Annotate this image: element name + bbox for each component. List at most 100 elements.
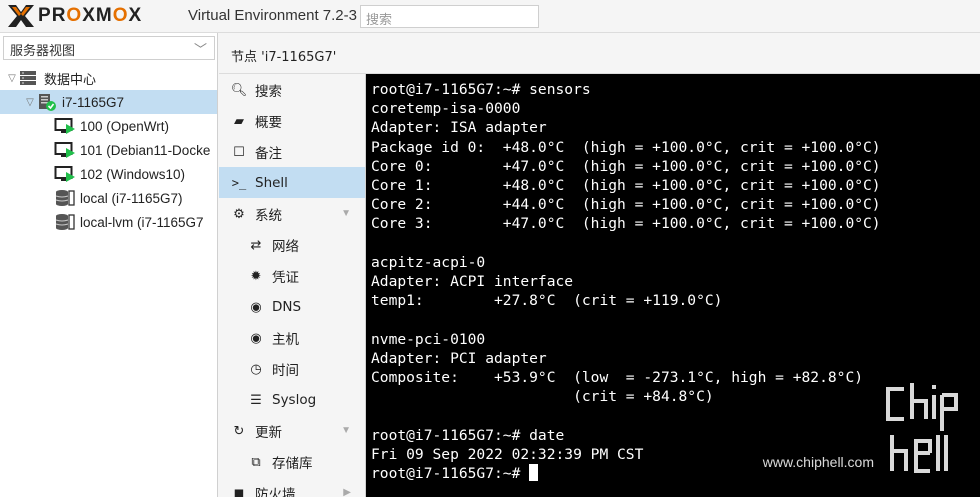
menu-item-globe[interactable]: ◉ 主机 bbox=[219, 322, 365, 353]
terminal-line: Core 1: +48.0°C (high = +100.0°C, crit =… bbox=[371, 177, 881, 195]
menu-item-gears[interactable]: ⚙ 系统 ▼ bbox=[219, 198, 365, 229]
top-bar: PROXMOX Virtual Environment 7.2-3 搜索 bbox=[0, 0, 980, 33]
datacenter-icon bbox=[20, 71, 36, 85]
tree-node[interactable]: local-lvm (i7-1165G7 bbox=[0, 210, 217, 234]
menu-item-label: Shell bbox=[255, 174, 288, 191]
menu-item-label: 防火墙 bbox=[255, 486, 296, 497]
refresh-icon: ↻ bbox=[233, 422, 245, 438]
terminal-line: Package id 0: +48.0°C (high = +100.0°C, … bbox=[371, 138, 881, 156]
terminal-line: Core 0: +47.0°C (high = +100.0°C, crit =… bbox=[371, 157, 881, 175]
terminal-line: Core 3: +47.0°C (high = +100.0°C, crit =… bbox=[371, 215, 881, 233]
node-menu: 🔍︎ 搜索 ▰ 概要 ☐ 备注 >_ Shell ⚙ 系统 ▼ ⇄ 网络 ✹ 凭证 ◉ DNS ◉ 主机 ◷ 时间 ☰ Sy… bbox=[219, 74, 366, 497]
book-icon: ▰ bbox=[234, 112, 244, 128]
globe-icon: ◉ bbox=[250, 329, 262, 345]
chevron-right-icon[interactable]: ▶ bbox=[343, 487, 351, 497]
tree-node-label: local-lvm (i7-1165G7 bbox=[80, 214, 204, 230]
terminal-line: nvme-pci-0100 bbox=[371, 330, 486, 348]
files-icon: ⧉ bbox=[251, 453, 261, 469]
search-input[interactable]: 搜索 bbox=[360, 5, 539, 28]
menu-item-label: DNS bbox=[272, 298, 302, 315]
tree-node[interactable]: 100 (OpenWrt) bbox=[0, 114, 217, 138]
menu-item-label: 概要 bbox=[255, 114, 282, 131]
watermark-url: www.chiphell.com bbox=[762, 454, 874, 470]
menu-item-clock[interactable]: ◷ 时间 bbox=[219, 353, 365, 384]
resource-tree-panel: 服务器视图 ﹀ ▽ 数据中心 ▽ i7-1165G7 100 (OpenWrt) 101 … bbox=[0, 33, 218, 497]
view-selector-value: 服务器视图 bbox=[10, 44, 76, 59]
tree-node[interactable]: local (i7-1165G7) bbox=[0, 186, 217, 210]
menu-item-label: 搜索 bbox=[255, 83, 282, 100]
content-header: 节点 'i7-1165G7' bbox=[219, 34, 980, 74]
expand-toggle-icon[interactable]: ▽ bbox=[6, 73, 18, 84]
tree-node[interactable]: 101 (Debian11-Docke bbox=[0, 138, 217, 162]
menu-item-label: Syslog bbox=[272, 391, 317, 408]
menu-item-shield[interactable]: ◼ 防火墙 ▶ bbox=[219, 477, 365, 497]
gears-icon: ⚙ bbox=[233, 205, 245, 221]
chevron-down-icon[interactable]: ▼ bbox=[341, 425, 351, 436]
vm-running-icon bbox=[54, 142, 75, 158]
menu-item-label: 时间 bbox=[272, 362, 299, 379]
tree-node[interactable]: ▽ i7-1165G7 bbox=[0, 90, 217, 114]
tree-node-label: i7-1165G7 bbox=[62, 94, 125, 110]
clock-icon: ◷ bbox=[250, 360, 262, 376]
chevron-down-icon[interactable]: ▼ bbox=[341, 208, 351, 219]
tree-node-label: 数据中心 bbox=[44, 72, 97, 88]
globe-icon: ◉ bbox=[250, 298, 262, 314]
menu-item-files[interactable]: ⧉ 存储库 bbox=[219, 446, 365, 477]
menu-item-certificate[interactable]: ✹ 凭证 bbox=[219, 260, 365, 291]
terminal-line: Adapter: ACPI interface bbox=[371, 273, 574, 291]
menu-item-label: 主机 bbox=[272, 331, 299, 348]
tree-node-label: 100 (OpenWrt) bbox=[80, 118, 170, 134]
menu-item-notes[interactable]: ☐ 备注 bbox=[219, 136, 365, 167]
terminal-line: root@i7-1165G7:~# sensors bbox=[371, 81, 591, 98]
brand-name: PROXMOX bbox=[38, 5, 143, 26]
menu-item-search[interactable]: 🔍︎ 搜索 bbox=[219, 74, 365, 105]
vm-running-icon bbox=[54, 166, 75, 182]
menu-item-refresh[interactable]: ↻ 更新 ▼ bbox=[219, 415, 365, 446]
node-online-icon bbox=[39, 94, 56, 111]
shield-icon: ◼ bbox=[233, 484, 245, 497]
view-selector[interactable]: 服务器视图 ﹀ bbox=[3, 36, 215, 60]
terminal-line: Adapter: PCI adapter bbox=[371, 349, 547, 367]
resource-tree: ▽ 数据中心 ▽ i7-1165G7 100 (OpenWrt) 101 (Debian1… bbox=[0, 66, 217, 234]
shell-terminal[interactable]: root@i7-1165G7:~# sensors coretemp-isa-00… bbox=[366, 74, 980, 497]
tree-node[interactable]: 102 (Windows10) bbox=[0, 162, 217, 186]
certificate-icon: ✹ bbox=[250, 267, 262, 283]
search-icon: 🔍︎ bbox=[230, 81, 248, 97]
vm-running-icon bbox=[54, 118, 75, 134]
menu-item-label: 存储库 bbox=[272, 455, 313, 472]
menu-item-label: 系统 bbox=[255, 207, 282, 224]
proxmox-logo[interactable]: PROXMOX bbox=[6, 3, 142, 29]
tree-node[interactable]: ▽ 数据中心 bbox=[0, 66, 217, 90]
menu-item-book[interactable]: ▰ 概要 bbox=[219, 105, 365, 136]
menu-item-globe[interactable]: ◉ DNS bbox=[219, 291, 365, 322]
terminal-line: coretemp-isa-0000 bbox=[371, 100, 521, 118]
tree-node-label: local (i7-1165G7) bbox=[80, 190, 183, 206]
menu-item-terminal[interactable]: >_ Shell bbox=[219, 167, 365, 198]
notes-icon: ☐ bbox=[233, 143, 245, 159]
terminal-line: acpitz-acpi-0 bbox=[371, 253, 486, 271]
menu-item-exchange[interactable]: ⇄ 网络 bbox=[219, 229, 365, 260]
tree-node-label: 101 (Debian11-Docke bbox=[80, 142, 211, 158]
terminal-prompt: root@i7-1165G7:~# bbox=[371, 465, 530, 483]
tree-node-label: 102 (Windows10) bbox=[80, 166, 186, 182]
terminal-cursor bbox=[529, 464, 539, 482]
terminal-line: Core 2: +44.0°C (high = +100.0°C, crit =… bbox=[371, 196, 881, 214]
storage-icon bbox=[55, 190, 75, 206]
menu-item-label: 更新 bbox=[255, 424, 282, 441]
menu-item-label: 凭证 bbox=[272, 269, 299, 286]
menu-item-list[interactable]: ☰ Syslog bbox=[219, 384, 365, 415]
terminal-icon: >_ bbox=[231, 175, 247, 190]
exchange-icon: ⇄ bbox=[250, 236, 262, 252]
proxmox-x-icon bbox=[8, 5, 34, 27]
app-window: PROXMOX Virtual Environment 7.2-3 搜索 服务器… bbox=[0, 0, 980, 497]
menu-item-label: 网络 bbox=[272, 238, 299, 255]
menu-item-label: 备注 bbox=[255, 145, 282, 162]
terminal-line: Adapter: ISA adapter bbox=[371, 119, 547, 137]
watermark: www.chiphell.com bbox=[763, 379, 970, 479]
terminal-line: temp1: +27.8°C (crit = +119.0°C) bbox=[371, 292, 723, 310]
list-icon: ☰ bbox=[250, 391, 262, 407]
expand-toggle-icon[interactable]: ▽ bbox=[24, 97, 36, 108]
chevron-down-icon[interactable]: ﹀ bbox=[194, 39, 207, 58]
